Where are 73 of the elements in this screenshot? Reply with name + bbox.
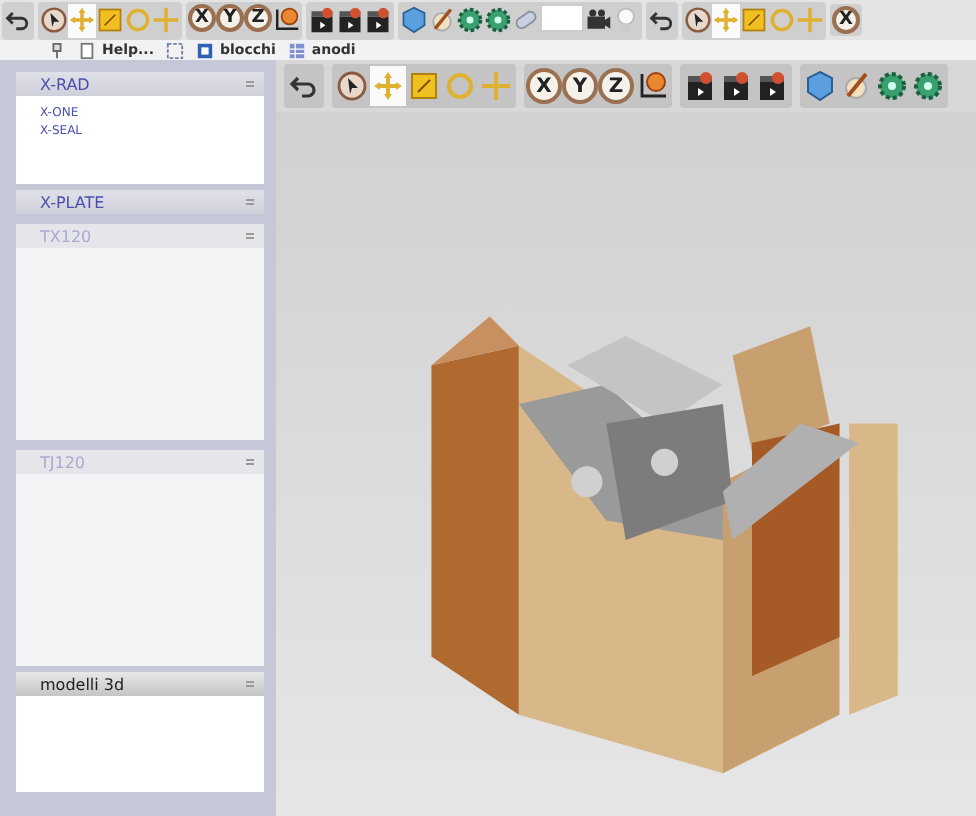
section-header[interactable]: X-RAD bbox=[16, 72, 264, 96]
rotate-icon bbox=[124, 6, 152, 34]
rotate-icon bbox=[768, 6, 796, 34]
section-header[interactable]: X-PLATE bbox=[16, 190, 264, 214]
clapperboard-icon bbox=[336, 6, 364, 34]
move-icon bbox=[372, 70, 404, 102]
axis-button[interactable]: X bbox=[832, 6, 860, 34]
brush-button[interactable] bbox=[428, 3, 456, 37]
collapse-icon[interactable] bbox=[244, 230, 256, 242]
section-header[interactable]: modelli 3d bbox=[16, 672, 264, 696]
clapperboard-button[interactable] bbox=[718, 66, 754, 106]
cursor-icon bbox=[40, 6, 68, 34]
clapperboard-icon bbox=[720, 70, 752, 102]
clapperboard-icon bbox=[308, 6, 336, 34]
page-icon bbox=[78, 41, 96, 59]
section-title[interactable]: modelli 3d bbox=[40, 675, 125, 693]
gear-button[interactable] bbox=[456, 3, 484, 37]
brush-icon bbox=[840, 70, 872, 102]
cube-icon bbox=[804, 70, 836, 102]
cursor-icon bbox=[336, 70, 368, 102]
section-title[interactable]: X-PLATE bbox=[40, 193, 105, 211]
collapse-icon[interactable] bbox=[244, 456, 256, 468]
pin-icon bbox=[48, 41, 66, 59]
cursor-button[interactable] bbox=[684, 3, 712, 37]
axis-button[interactable]: Y bbox=[216, 3, 244, 31]
square-button[interactable] bbox=[96, 3, 124, 37]
camera-icon bbox=[584, 6, 612, 34]
axis-button[interactable]: X bbox=[188, 3, 216, 31]
frame-icon bbox=[166, 41, 184, 59]
cursor-button[interactable] bbox=[334, 66, 370, 106]
gear-icon bbox=[484, 6, 512, 34]
gear-button[interactable] bbox=[484, 3, 512, 37]
square-icon bbox=[408, 70, 440, 102]
square-button[interactable] bbox=[740, 3, 768, 37]
book-icon bbox=[196, 41, 214, 59]
clapperboard-button[interactable] bbox=[308, 3, 336, 37]
move-icon bbox=[712, 6, 740, 34]
rotate-icon bbox=[444, 70, 476, 102]
cube-button[interactable] bbox=[802, 66, 838, 106]
undo-icon bbox=[4, 6, 32, 34]
move-icon bbox=[68, 6, 96, 34]
square-icon bbox=[96, 6, 124, 34]
cursor-icon bbox=[684, 6, 712, 34]
cube-button[interactable] bbox=[400, 3, 428, 37]
gear-icon bbox=[912, 70, 944, 102]
clapperboard-button[interactable] bbox=[336, 3, 364, 37]
axis-button[interactable]: Z bbox=[244, 3, 272, 31]
clapperboard-button[interactable] bbox=[754, 66, 790, 106]
plus-icon bbox=[152, 6, 180, 34]
cube-icon bbox=[400, 6, 428, 34]
capsule-icon bbox=[512, 6, 540, 34]
axis-button[interactable]: Y bbox=[562, 68, 598, 104]
plus-icon bbox=[796, 6, 824, 34]
plus-icon bbox=[480, 70, 512, 102]
gear-icon bbox=[876, 70, 908, 102]
axis-button[interactable]: Z bbox=[598, 68, 634, 104]
square-icon bbox=[740, 6, 768, 34]
clapperboard-icon bbox=[364, 6, 392, 34]
grid-icon bbox=[287, 41, 306, 59]
section-title[interactable]: X-RAD bbox=[40, 75, 90, 93]
clapperboard-icon bbox=[684, 70, 716, 102]
gear-icon bbox=[456, 6, 484, 34]
axes-icon bbox=[636, 70, 668, 102]
clapperboard-button[interactable] bbox=[682, 66, 718, 106]
clapperboard-icon bbox=[756, 70, 788, 102]
gear-button[interactable] bbox=[874, 66, 910, 106]
gear-button[interactable] bbox=[910, 66, 946, 106]
brush-icon bbox=[428, 6, 456, 34]
undo-icon bbox=[648, 6, 676, 34]
axis-button[interactable]: X bbox=[526, 68, 562, 104]
cursor-button[interactable] bbox=[40, 3, 68, 37]
axes-icon bbox=[272, 6, 300, 34]
clapperboard-button[interactable] bbox=[364, 3, 392, 37]
